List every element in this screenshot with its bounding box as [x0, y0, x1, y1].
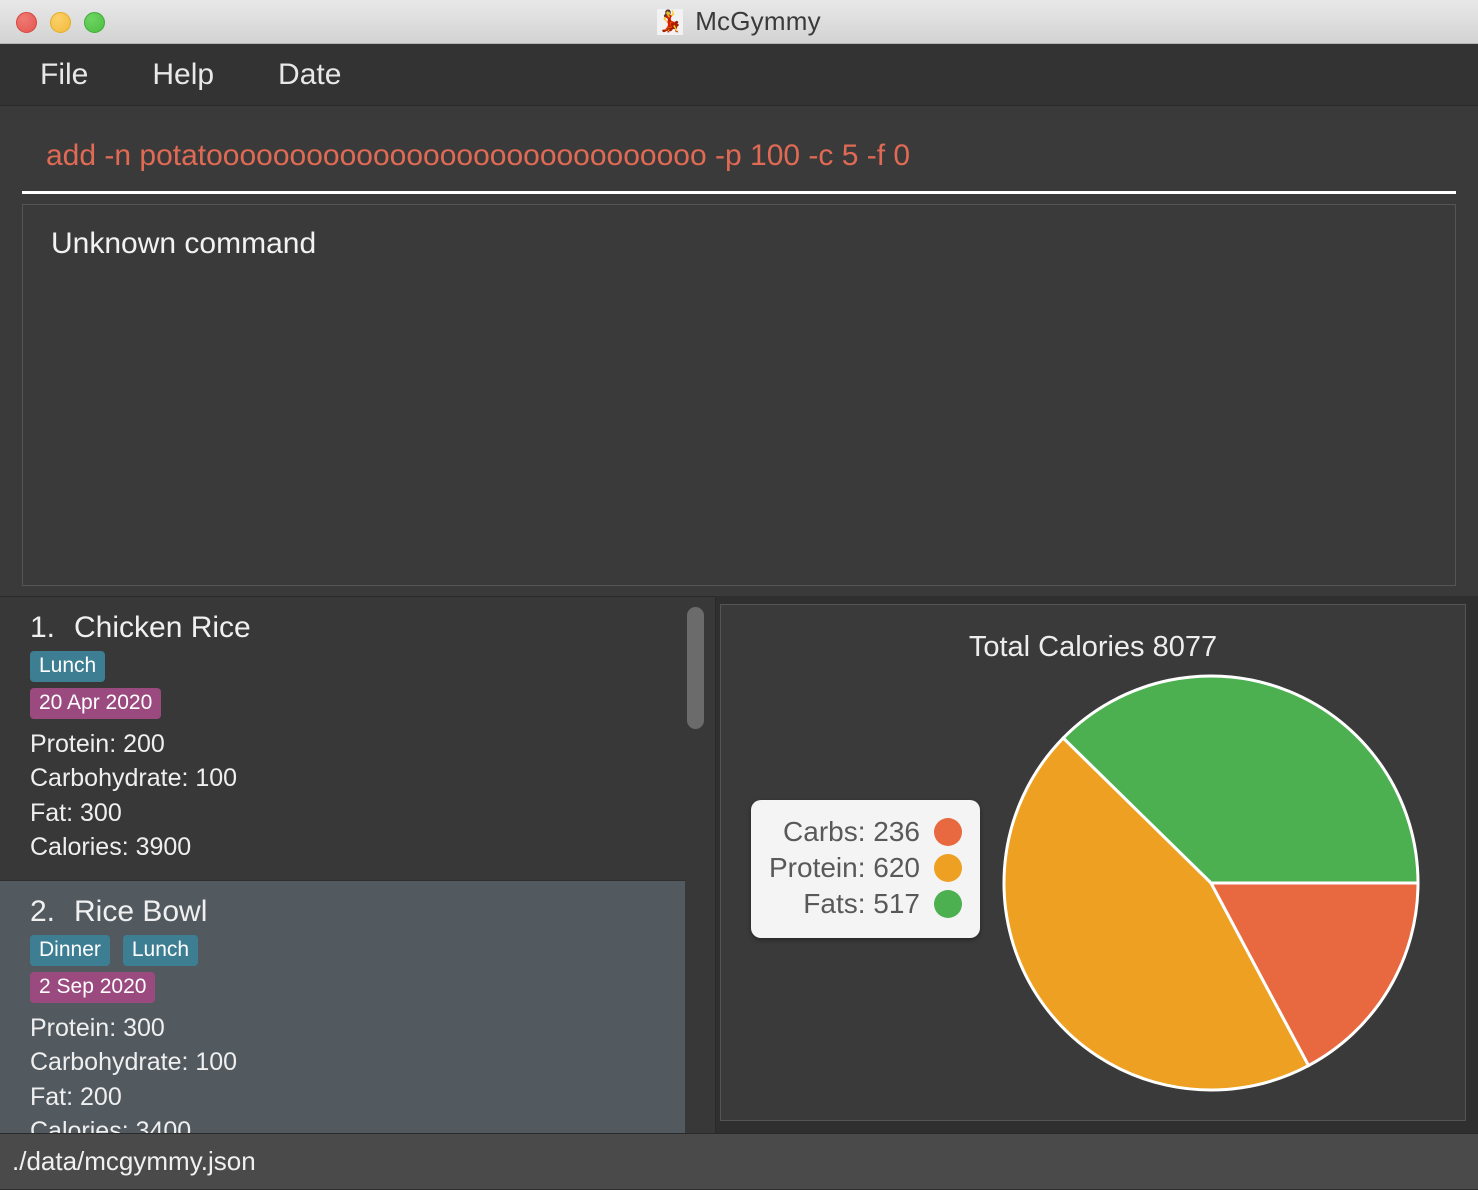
gymnast-icon: 💃	[657, 8, 684, 35]
legend-item-protein: Protein: 620	[769, 850, 962, 886]
macros-chart-panel: Total Calories 8077 Carbs: 236 Protein: …	[720, 604, 1466, 1121]
food-index: 1.	[30, 611, 56, 644]
meal-tag: Lunch	[30, 651, 106, 682]
menu-file[interactable]: File	[34, 56, 94, 94]
food-name: Chicken Rice	[74, 611, 251, 644]
command-input-text: add -n potatoooooooooooooooooooooooooooo…	[46, 138, 911, 172]
fat-value: Fat: 200	[30, 1082, 122, 1111]
window-controls	[16, 0, 105, 44]
legend-swatch-fats	[934, 890, 962, 918]
food-list: 1. Chicken Rice Lunch 20 Apr 2020 Protei…	[0, 597, 715, 1133]
menu-help[interactable]: Help	[146, 56, 220, 94]
window-title-group: 💃 McGymmy	[0, 6, 1478, 37]
date-tag-row: 20 Apr 2020	[30, 688, 665, 719]
date-tag: 20 Apr 2020	[30, 688, 162, 719]
legend-label-fats: Fats: 517	[803, 888, 920, 919]
window-titlebar: 💃 McGymmy	[0, 0, 1478, 44]
protein-value: Protein: 200	[30, 730, 165, 758]
menu-date[interactable]: Date	[272, 56, 347, 94]
date-tag-row: 2 Sep 2020	[30, 972, 665, 1003]
carbohydrate-value: Carbohydrate: 100	[30, 1048, 238, 1077]
legend-swatch-protein	[934, 854, 962, 882]
legend-item-carbs: Carbs: 236	[769, 814, 962, 850]
statusbar: ./data/mcgymmy.json	[0, 1133, 1478, 1189]
command-input[interactable]: add -n potatoooooooooooooooooooooooooooo…	[22, 120, 1456, 194]
lower-split: 1. Chicken Rice Lunch 20 Apr 2020 Protei…	[0, 596, 1478, 1133]
menubar: File Help Date	[0, 44, 1478, 106]
food-list-panel: 1. Chicken Rice Lunch 20 Apr 2020 Protei…	[0, 596, 716, 1133]
macros-pie-chart	[996, 673, 1426, 1093]
save-location-path: ./data/mcgymmy.json	[12, 1146, 256, 1176]
legend-label-protein: Protein: 620	[769, 852, 920, 883]
carbohydrate-value: Carbohydrate: 100	[30, 764, 238, 793]
legend-swatch-carbs	[934, 818, 962, 846]
calories-value: Calories: 3400	[30, 1116, 192, 1133]
food-index: 2.	[30, 895, 56, 928]
result-message: Unknown command	[51, 227, 317, 260]
list-item[interactable]: 1. Chicken Rice Lunch 20 Apr 2020 Protei…	[0, 597, 685, 881]
food-heading: 2. Rice Bowl	[30, 895, 665, 929]
result-display: Unknown command	[22, 204, 1456, 586]
food-heading: 1. Chicken Rice	[30, 611, 665, 645]
list-scrollbar-thumb[interactable]	[687, 607, 704, 729]
pie-svg	[1002, 674, 1420, 1092]
protein-value: Protein: 300	[30, 1014, 165, 1042]
calories-value: Calories: 3900	[30, 832, 192, 861]
minimize-button[interactable]	[50, 11, 71, 33]
window-title: McGymmy	[695, 6, 821, 36]
maximize-button[interactable]	[84, 11, 105, 33]
date-tag: 2 Sep 2020	[30, 972, 156, 1003]
result-display-wrapper: Unknown command	[0, 196, 1478, 596]
list-scrollbar[interactable]	[685, 603, 705, 1123]
meal-tag-row: Lunch	[30, 651, 665, 682]
chart-legend: Carbs: 236 Protein: 620 Fats: 517	[751, 800, 980, 938]
list-item[interactable]: 2. Rice Bowl Dinner Lunch 2 Sep 2020 Pro…	[0, 881, 685, 1133]
command-region: add -n potatoooooooooooooooooooooooooooo…	[0, 106, 1478, 196]
chart-title: Total Calories 8077	[968, 631, 1218, 663]
fat-value: Fat: 300	[30, 798, 122, 827]
food-name: Rice Bowl	[74, 895, 208, 928]
legend-label-carbs: Carbs: 236	[783, 816, 920, 847]
meal-tag-row: Dinner Lunch	[30, 935, 665, 966]
meal-tag: Lunch	[122, 935, 199, 966]
legend-item-fats: Fats: 517	[769, 886, 962, 922]
meal-tag: Dinner	[30, 935, 110, 966]
close-button[interactable]	[16, 11, 37, 33]
